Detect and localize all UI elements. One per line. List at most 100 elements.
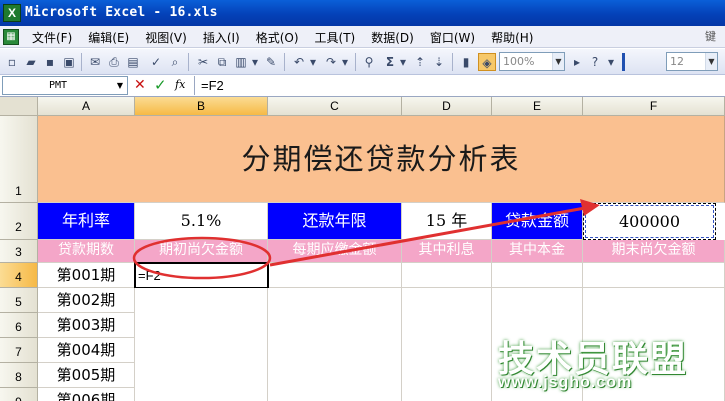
format-painter-icon[interactable]: ✎ bbox=[262, 53, 280, 71]
menu-window[interactable]: 窗口(W) bbox=[420, 29, 481, 46]
excel-icon[interactable]: X bbox=[3, 4, 21, 22]
period-cell[interactable]: 第006期 bbox=[38, 388, 135, 401]
menu-help[interactable]: 帮助(H) bbox=[481, 29, 539, 46]
chevron-down-icon[interactable]: ▼ bbox=[552, 53, 564, 70]
toolbar-options-icon[interactable]: ▾ bbox=[606, 53, 616, 71]
row-header-7[interactable]: 7 bbox=[0, 338, 38, 363]
cell-e2-amount-label[interactable]: 贷款金额 bbox=[492, 203, 583, 240]
cell-c2-term-label[interactable]: 还款年限 bbox=[268, 203, 402, 240]
name-box[interactable]: PMT bbox=[2, 76, 128, 95]
header-principal[interactable]: 其中本金 bbox=[492, 240, 583, 263]
cell-a2-rate-label[interactable]: 年利率 bbox=[38, 203, 135, 240]
email-icon[interactable]: ✉ bbox=[86, 53, 104, 71]
chevron-down-icon[interactable]: ▼ bbox=[705, 53, 717, 70]
print-preview-icon[interactable]: ▤ bbox=[124, 53, 142, 71]
redo-dropdown-icon[interactable]: ▾ bbox=[340, 53, 350, 71]
research-icon[interactable]: ⌕ bbox=[166, 53, 184, 71]
row-header-3[interactable]: 3 bbox=[0, 240, 38, 263]
select-all-corner[interactable] bbox=[0, 97, 38, 116]
menu-bar: ▦ 文件(F) 编辑(E) 视图(V) 插入(I) 格式(O) 工具(T) 数据… bbox=[0, 26, 725, 48]
enter-icon[interactable]: ✓ bbox=[154, 76, 167, 94]
print-icon[interactable]: ⎙ bbox=[105, 53, 123, 71]
period-cell[interactable]: 第005期 bbox=[38, 363, 135, 388]
font-size-select[interactable]: 12 ▼ bbox=[666, 52, 718, 71]
column-header-c[interactable]: C bbox=[268, 97, 402, 116]
row-header-2[interactable]: 2 bbox=[0, 203, 38, 240]
empty-cell[interactable] bbox=[583, 263, 725, 288]
menu-insert[interactable]: 插入(I) bbox=[193, 29, 246, 46]
period-cell[interactable]: 第003期 bbox=[38, 313, 135, 338]
period-cell[interactable]: 第001期 bbox=[38, 263, 135, 288]
zoom-value: 100% bbox=[503, 55, 535, 68]
new-icon[interactable]: ▫ bbox=[3, 53, 21, 71]
column-header-a[interactable]: A bbox=[38, 97, 135, 116]
help-icon[interactable]: ? bbox=[586, 53, 604, 71]
column-header-b[interactable]: B bbox=[135, 97, 268, 116]
row-header-8[interactable]: 8 bbox=[0, 363, 38, 388]
paste-dropdown-icon[interactable]: ▾ bbox=[250, 53, 260, 71]
zoom-arrow-icon[interactable]: ▸ bbox=[568, 53, 586, 71]
period-cell[interactable]: 第002期 bbox=[38, 288, 135, 313]
hyperlink-icon[interactable]: ⚲ bbox=[360, 53, 378, 71]
toolbar-separator bbox=[81, 53, 82, 71]
header-closing-balance[interactable]: 期末尚欠金额 bbox=[583, 240, 725, 263]
copy-icon[interactable]: ⧉ bbox=[213, 53, 231, 71]
header-periods[interactable]: 贷款期数 bbox=[38, 240, 135, 263]
empty-cell[interactable] bbox=[268, 288, 402, 401]
menu-data[interactable]: 数据(D) bbox=[361, 29, 420, 46]
autosum-icon[interactable]: Σ bbox=[381, 53, 399, 71]
menu-file[interactable]: 文件(F) bbox=[22, 29, 78, 46]
empty-cell[interactable] bbox=[402, 263, 492, 288]
toolbar-separator bbox=[284, 53, 285, 71]
menu-format[interactable]: 格式(O) bbox=[246, 29, 305, 46]
undo-icon[interactable]: ↶ bbox=[290, 53, 308, 71]
chevron-down-icon[interactable]: ▼ bbox=[114, 77, 126, 94]
formula-input[interactable]: =F2 bbox=[194, 76, 725, 95]
watermark: 技术员联盟 www.jsgho.com bbox=[490, 330, 720, 398]
menu-tools[interactable]: 工具(T) bbox=[305, 29, 362, 46]
empty-cell[interactable] bbox=[135, 288, 268, 401]
row-header-6[interactable]: 6 bbox=[0, 313, 38, 338]
cell-f2-amount-value[interactable]: 400000 bbox=[583, 203, 716, 240]
undo-dropdown-icon[interactable]: ▾ bbox=[308, 53, 318, 71]
open-icon[interactable]: ▰ bbox=[22, 53, 40, 71]
column-header-d[interactable]: D bbox=[402, 97, 492, 116]
save-icon[interactable]: ▪ bbox=[41, 53, 59, 71]
workbook-icon[interactable]: ▦ bbox=[3, 29, 19, 45]
menu-edit[interactable]: 编辑(E) bbox=[78, 29, 135, 46]
paste-icon[interactable]: ▥ bbox=[232, 53, 250, 71]
toolbar-grip[interactable] bbox=[622, 53, 625, 71]
header-opening-balance[interactable]: 期初尚欠金额 bbox=[135, 240, 268, 263]
row-header-5[interactable]: 5 bbox=[0, 288, 38, 313]
menu-view[interactable]: 视图(V) bbox=[135, 29, 193, 46]
row-header-4[interactable]: 4 bbox=[0, 263, 38, 288]
cell-d2-term-value[interactable]: 15 年 bbox=[402, 203, 492, 240]
column-header-f[interactable]: F bbox=[583, 97, 725, 116]
row-header-1[interactable]: 1 bbox=[0, 116, 38, 203]
empty-cell[interactable] bbox=[269, 263, 402, 288]
sort-ascending-icon[interactable]: ⇡ bbox=[411, 53, 429, 71]
column-header-e[interactable]: E bbox=[492, 97, 583, 116]
spelling-icon[interactable]: ✓ bbox=[147, 53, 165, 71]
period-cell[interactable]: 第004期 bbox=[38, 338, 135, 363]
autosum-dropdown-icon[interactable]: ▾ bbox=[398, 53, 408, 71]
header-payment[interactable]: 每期应缴金额 bbox=[268, 240, 402, 263]
cut-icon[interactable]: ✂ bbox=[194, 53, 212, 71]
cell-b2-rate-value[interactable]: 5.1% bbox=[135, 203, 268, 240]
active-cell-b4[interactable]: =F2 bbox=[134, 262, 269, 289]
cancel-icon[interactable]: ✕ bbox=[134, 77, 146, 93]
drawing-icon[interactable]: ◈ bbox=[478, 53, 496, 71]
window-title: Microsoft Excel - 16.xls bbox=[25, 5, 218, 20]
header-interest[interactable]: 其中利息 bbox=[402, 240, 492, 263]
row-header-9[interactable]: 9 bbox=[0, 388, 38, 401]
zoom-select[interactable]: 100% ▼ bbox=[499, 52, 565, 71]
help-search-input[interactable]: 键入 bbox=[701, 28, 725, 46]
chart-wizard-icon[interactable]: ▮ bbox=[457, 53, 475, 71]
sort-descending-icon[interactable]: ⇣ bbox=[430, 53, 448, 71]
empty-cell[interactable] bbox=[402, 288, 492, 401]
insert-function-icon[interactable]: fx bbox=[175, 78, 185, 91]
empty-cell[interactable] bbox=[492, 263, 583, 288]
redo-icon[interactable]: ↷ bbox=[322, 53, 340, 71]
permission-icon[interactable]: ▣ bbox=[60, 53, 78, 71]
sheet-title-cell[interactable]: 分期偿还贷款分析表 bbox=[38, 116, 725, 203]
